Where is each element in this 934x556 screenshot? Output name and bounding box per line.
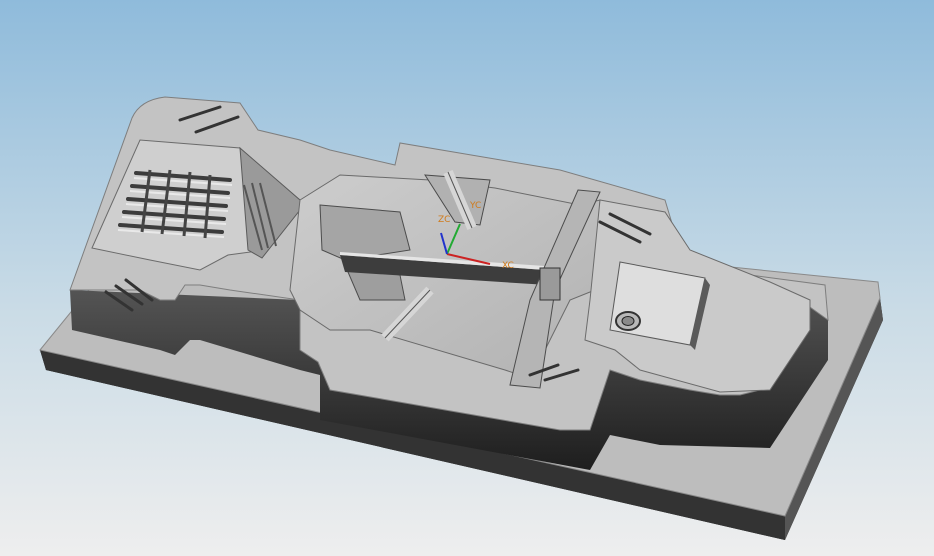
z-axis-label: ZC bbox=[438, 215, 450, 225]
central-pocket-left bbox=[319, 204, 411, 261]
graphics-viewport[interactable]: XC YC ZC bbox=[0, 0, 934, 556]
x-axis-label: XC bbox=[502, 261, 514, 271]
round-boss-hole bbox=[621, 316, 635, 326]
y-axis-label: YC bbox=[469, 201, 481, 211]
bulkhead-block bbox=[539, 267, 561, 301]
cad-scene[interactable]: XC YC ZC bbox=[0, 0, 934, 556]
